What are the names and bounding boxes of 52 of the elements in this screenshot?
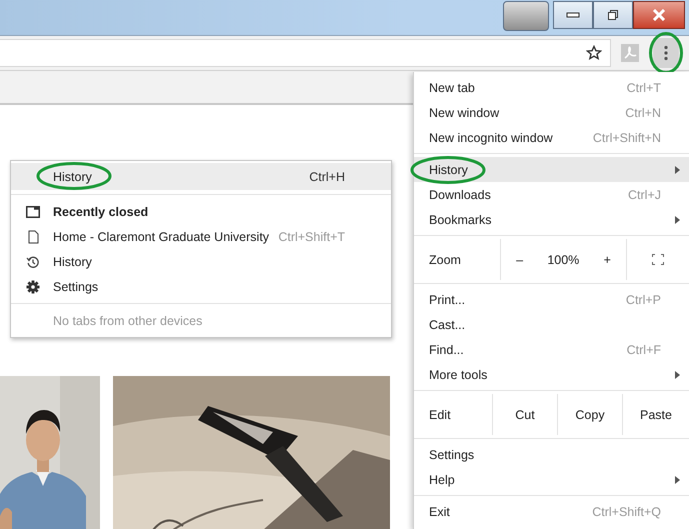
shortcut-label: Ctrl+P: [626, 292, 661, 306]
menu-button[interactable]: [653, 38, 679, 68]
menu-item[interactable]: Downloads Ctrl+J: [414, 182, 689, 207]
shortcut-label: Ctrl+Shift+N: [592, 130, 661, 144]
menu-item[interactable]: Find... Ctrl+F: [414, 337, 689, 362]
close-icon: [652, 9, 666, 21]
address-field[interactable]: [0, 39, 611, 67]
menu-item[interactable]: New window Ctrl+N: [414, 100, 689, 125]
close-button[interactable]: [633, 1, 685, 29]
history-clock-icon: [26, 254, 40, 268]
edit-action-button[interactable]: Copy: [558, 394, 623, 435]
menu-item[interactable]: New tab Ctrl+T: [414, 75, 689, 100]
fullscreen-icon: [652, 254, 664, 265]
menu-item[interactable]: More tools: [414, 362, 689, 387]
menu-item[interactable]: Cast...: [414, 312, 689, 337]
section-heading: Recently closed: [53, 204, 148, 218]
minimize-button[interactable]: [553, 1, 593, 29]
zoom-in-button[interactable]: +: [598, 250, 617, 268]
menu-item[interactable]: History: [414, 157, 689, 182]
shortcut-label: Ctrl+H: [309, 170, 345, 184]
zoom-level: 100%: [547, 252, 580, 266]
page-icon: [26, 230, 40, 244]
shortcut-label: Ctrl+Shift+T: [278, 230, 345, 244]
shortcut-label: Ctrl+N: [625, 106, 661, 120]
window-icon: [26, 206, 40, 218]
minimize-icon: [566, 12, 580, 18]
shortcut-label: Ctrl+Shift+Q: [592, 504, 661, 518]
edit-action-button[interactable]: Cut: [493, 394, 558, 435]
menu-item[interactable]: Help: [414, 467, 689, 492]
menu-item[interactable]: Settings: [414, 442, 689, 467]
bookmark-star-icon[interactable]: [586, 45, 602, 61]
menu-item[interactable]: Print... Ctrl+P: [414, 287, 689, 312]
menu-item[interactable]: Exit Ctrl+Shift+Q: [414, 499, 689, 524]
maximize-button[interactable]: [593, 1, 633, 29]
shortcut-label: Ctrl+F: [626, 342, 661, 356]
window-button[interactable]: [503, 1, 549, 31]
shortcut-label: Ctrl+J: [628, 188, 661, 202]
empty-message: No tabs from other devices: [53, 314, 202, 328]
shortcut-label: Ctrl+T: [626, 80, 661, 94]
zoom-label: Zoom: [414, 239, 501, 280]
menu-item[interactable]: New incognito window Ctrl+Shift+N: [414, 125, 689, 150]
settings-icon: [26, 280, 40, 294]
more-vertical-icon: [664, 45, 668, 61]
menu-item[interactable]: Bookmarks: [414, 207, 689, 232]
menu-item[interactable]: History: [11, 249, 391, 274]
edit-action-button[interactable]: Paste: [623, 394, 689, 435]
edit-label: Edit: [414, 394, 493, 435]
restore-icon: [607, 9, 619, 21]
zoom-out-button[interactable]: –: [510, 250, 530, 268]
menu-item[interactable]: History Ctrl+H: [11, 163, 391, 190]
menu-item[interactable]: Settings: [11, 274, 391, 299]
menu-item[interactable]: Home - Claremont Graduate University Ctrl+Shift+T: [11, 224, 391, 249]
